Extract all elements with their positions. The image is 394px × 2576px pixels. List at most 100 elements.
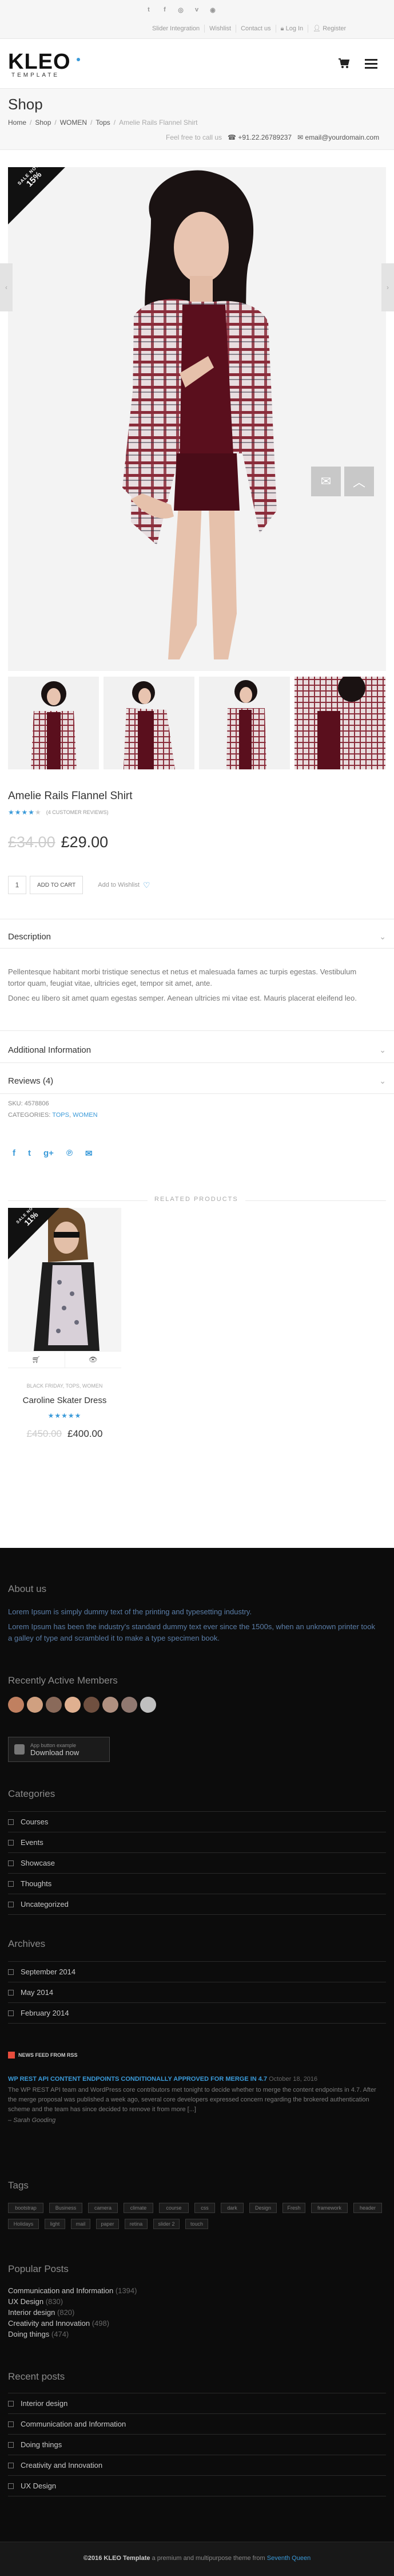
site-logo[interactable]: KLEO TEMPLATE [8, 50, 71, 78]
avatar[interactable] [102, 1697, 118, 1713]
avatar[interactable] [140, 1697, 156, 1713]
list-item[interactable]: Communication and Information [8, 2414, 386, 2434]
breadcrumb-women[interactable]: WOMEN [60, 118, 87, 127]
list-item[interactable]: May 2014 [8, 1982, 386, 2002]
avatar[interactable] [121, 1697, 137, 1713]
breadcrumb-shop[interactable]: Shop [35, 118, 51, 127]
tag[interactable]: retina [125, 2219, 148, 2229]
author-link[interactable]: Seventh Queen [267, 2555, 311, 2562]
list-item[interactable]: Creativity and Innovation (498) [8, 2318, 137, 2329]
tag[interactable]: camera [88, 2203, 118, 2213]
list-item[interactable]: Showcase [8, 1853, 386, 1873]
tag[interactable]: climate [124, 2203, 153, 2213]
avatar[interactable] [46, 1697, 62, 1713]
avatar[interactable] [8, 1697, 24, 1713]
list-item[interactable]: Communication and Information (1394) [8, 2285, 137, 2296]
twitter-icon[interactable]: t [143, 4, 154, 15]
list-item[interactable]: February 2014 [8, 2003, 386, 2023]
related-quick-view-button[interactable]: 👁︎ [64, 1352, 122, 1368]
list-item[interactable]: Events [8, 1832, 386, 1852]
related-add-to-cart-button[interactable]: 🛒︎ [8, 1352, 65, 1368]
tag[interactable]: slider 2 [153, 2219, 180, 2229]
twitter-icon[interactable]: t [28, 1148, 31, 1159]
tag[interactable]: Business [49, 2203, 82, 2213]
related-product-title[interactable]: Caroline Skater Dress [8, 1396, 121, 1405]
googleplus-icon[interactable]: g+ [43, 1148, 54, 1159]
tag[interactable]: dark [221, 2203, 244, 2213]
avatar[interactable] [65, 1697, 81, 1713]
tag[interactable]: Holidays [8, 2219, 39, 2229]
tag[interactable]: touch [185, 2219, 208, 2229]
tag[interactable]: mail [71, 2219, 90, 2229]
product-main-image[interactable]: SALE NOW 15% ✉︎ ︿ [8, 167, 386, 671]
thumbnail-1[interactable] [8, 677, 99, 769]
quantity-input[interactable] [8, 876, 26, 894]
top-link-contact[interactable]: Contact us [241, 25, 271, 33]
tag[interactable]: header [353, 2203, 382, 2213]
envelope-icon[interactable]: ✉︎ [85, 1148, 93, 1159]
facebook-icon[interactable]: f [13, 1148, 15, 1159]
app-download-button[interactable]: App button example Download now [8, 1737, 110, 1762]
list-item[interactable]: Doing things (474) [8, 2329, 137, 2340]
breadcrumb-home[interactable]: Home [8, 118, 26, 127]
category-link-women[interactable]: WOMEN [73, 1112, 97, 1119]
logo-dot [77, 58, 80, 61]
list-item[interactable]: September 2014 [8, 1962, 386, 1982]
rss-headline[interactable]: WP REST API CONTENT ENDPOINTS CONDITIONA… [8, 2076, 267, 2083]
product-categories: CATEGORIES: TOPS, WOMEN [8, 1112, 98, 1119]
pinterest-icon[interactable]: ℗ [66, 1148, 73, 1159]
thumbnail-2[interactable] [104, 677, 194, 769]
add-to-wishlist-link[interactable]: Add to Wishlist ♡ [98, 880, 150, 890]
related-product-actions: 🛒︎ 👁︎ [8, 1351, 121, 1368]
avatar[interactable] [27, 1697, 43, 1713]
top-link-wishlist[interactable]: Wishlist [209, 25, 231, 33]
cart-icon[interactable] [337, 57, 350, 69]
list-item[interactable]: Interior design [8, 2393, 386, 2413]
list-item[interactable]: Interior design (820) [8, 2307, 137, 2318]
tag[interactable]: bootstrap [8, 2203, 43, 2213]
register-link[interactable]: 👤︎ Register [313, 25, 346, 33]
list-item[interactable]: Courses [8, 1812, 386, 1832]
email[interactable]: ✉︎ email@yourdomain.com [297, 133, 379, 141]
category-link-tops[interactable]: TOPS [52, 1112, 69, 1119]
tag[interactable]: light [45, 2219, 65, 2229]
list-item[interactable]: UX Design [8, 2476, 386, 2496]
breadcrumb-tops[interactable]: Tops [95, 118, 110, 127]
tag[interactable]: css [194, 2203, 215, 2213]
tab-description[interactable]: Description ⌄ [8, 932, 386, 942]
menu-icon[interactable] [365, 59, 377, 69]
thumbnail-3[interactable] [199, 677, 290, 769]
footer-archives: September 2014 May 2014 February 2014 [8, 1961, 386, 2024]
vimeo-icon[interactable]: v [191, 4, 202, 15]
avatar[interactable] [83, 1697, 100, 1713]
chevron-down-icon: ⌄ [379, 932, 386, 941]
thumbnail-4[interactable] [294, 677, 385, 769]
next-product-arrow[interactable]: › [381, 263, 394, 311]
tab-reviews[interactable]: Reviews (4) ⌄ [8, 1076, 386, 1086]
prev-product-arrow[interactable]: ‹ [0, 263, 13, 311]
instagram-icon[interactable]: ◎ [175, 4, 186, 15]
top-link-slider[interactable]: Slider Integration [152, 25, 200, 33]
share-email-button[interactable]: ✉︎ [311, 467, 341, 496]
reviews-link[interactable]: (4 CUSTOMER REVIEWS) [46, 809, 109, 815]
tab-additional-information[interactable]: Additional Information ⌄ [8, 1045, 386, 1055]
add-to-cart-button[interactable]: ADD TO CART [30, 876, 83, 894]
list-item[interactable]: Creativity and Innovation [8, 2455, 386, 2475]
tag[interactable]: Design [249, 2203, 277, 2213]
about-text: Lorem Ipsum is simply dummy text of the … [8, 1607, 376, 1642]
tag[interactable]: course [159, 2203, 189, 2213]
related-product-image[interactable]: SALE NOW 11% [8, 1208, 121, 1351]
tag[interactable]: paper [96, 2219, 119, 2229]
list-item[interactable]: Thoughts [8, 1874, 386, 1894]
facebook-icon[interactable]: f [159, 4, 170, 15]
popular-posts: Communication and Information (1394) UX … [8, 2285, 137, 2340]
back-to-top-button[interactable]: ︿ [344, 467, 374, 496]
list-item[interactable]: Uncategorized [8, 1894, 386, 1914]
tag[interactable]: framework [311, 2203, 348, 2213]
rss-icon[interactable]: ◉ [207, 4, 218, 15]
tag[interactable]: Fresh [282, 2203, 305, 2213]
document-icon [8, 2462, 14, 2468]
login-link[interactable]: 🔒︎ Log In [281, 25, 304, 33]
list-item[interactable]: UX Design (830) [8, 2296, 137, 2307]
list-item[interactable]: Doing things [8, 2435, 386, 2455]
